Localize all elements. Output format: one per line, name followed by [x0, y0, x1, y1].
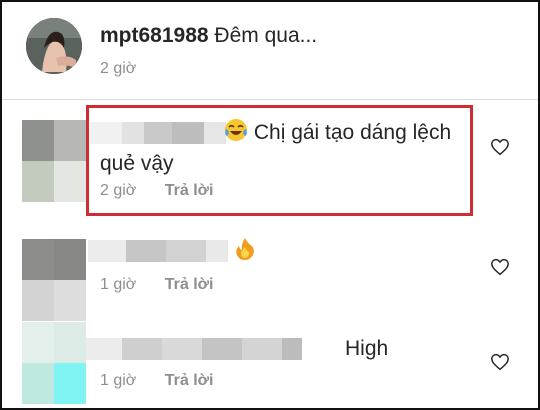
caption-body: Đêm qua...: [214, 24, 318, 47]
comment-text: [234, 236, 256, 271]
comment-text: High: [345, 337, 389, 360]
fire-emoji: [234, 237, 256, 271]
avatar[interactable]: [22, 322, 86, 404]
comment-meta: 1 giờ Trả lời: [100, 276, 213, 294]
heart-outline-icon[interactable]: [490, 258, 510, 276]
avatar[interactable]: [26, 18, 82, 74]
blurred-username: [86, 338, 302, 360]
reply-button[interactable]: Trả lời: [165, 276, 214, 293]
reply-button[interactable]: Trả lời: [165, 372, 214, 389]
heart-outline-icon[interactable]: [490, 138, 510, 156]
username[interactable]: mpt681988: [100, 24, 209, 47]
divider: [2, 99, 538, 100]
caption-time: 2 giờ: [100, 60, 137, 77]
blurred-username: [88, 240, 228, 262]
comment-meta: 1 giờ Trả lời: [100, 372, 213, 390]
comments-screen: mpt681988 Đêm qua... 2 giờ Chị gái tạo d…: [0, 0, 540, 410]
comment-time: 1 giờ: [100, 276, 137, 293]
avatar[interactable]: [22, 120, 86, 202]
highlight-box: [86, 105, 473, 216]
avatar[interactable]: [22, 239, 86, 321]
comment-time: 1 giờ: [100, 372, 137, 389]
heart-outline-icon[interactable]: [490, 353, 510, 371]
caption-text: mpt681988 Đêm qua...: [100, 24, 317, 48]
post-caption: mpt681988 Đêm qua... 2 giờ: [2, 2, 538, 94]
